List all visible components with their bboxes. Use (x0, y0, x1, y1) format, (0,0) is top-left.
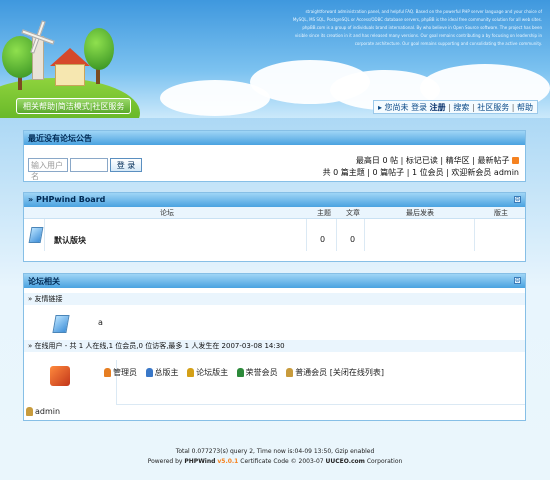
legend-label: 普通会员 (295, 368, 328, 377)
legend-forum-mod: 论坛版主 (187, 367, 228, 378)
forummod-user-icon (187, 368, 195, 377)
col-moderators: 版主 (494, 209, 508, 217)
register-link[interactable]: 注册 (430, 103, 446, 112)
footer-suffix: Corporation (364, 458, 403, 465)
arrow-icon: ▸ (377, 103, 382, 112)
nav-separator: | (471, 103, 475, 112)
usernav-status: 您尚未 (384, 103, 409, 112)
footer-copyright: Certificate Code © 2003-07 (238, 458, 326, 465)
online-users-icon (50, 366, 70, 386)
nav-separator: | (511, 103, 515, 112)
related-title: 论坛相关 ⊖ (24, 274, 525, 288)
board-panel: » PHPwind Board ⊖ 论坛 主题 文章 最后发表 版主 默认版块 … (23, 192, 526, 262)
friend-links-header: » 友情链接 (24, 293, 525, 305)
col-forum: 论坛 (160, 209, 174, 217)
header-intro-text: straightforward administration panel, an… (292, 9, 542, 46)
legend-label: 论坛版主 (196, 368, 229, 377)
footer-stats: Total 0.077273(s) query 2, Time now is:0… (175, 448, 375, 455)
legend-admin: 管理员 (104, 367, 137, 378)
row-divider (306, 219, 307, 251)
online-user-name[interactable]: admin (35, 407, 60, 416)
login-button[interactable]: 登 录 (110, 158, 142, 172)
friend-link-item[interactable]: a (98, 318, 103, 327)
related-title-text: 论坛相关 (28, 277, 60, 286)
top-nav: 相关帮助|简洁模式|社区服务 (16, 98, 132, 114)
col-posts: 文章 (346, 209, 360, 217)
legend-label: 管理员 (113, 368, 137, 377)
footer-company-link[interactable]: UUCEO.com (326, 458, 365, 465)
announce-title: 最近没有论坛公告 (24, 131, 525, 145)
login-link[interactable]: 登录 (411, 103, 427, 112)
supermod-user-icon (145, 368, 153, 377)
nav-item-help[interactable]: 相关帮助 (23, 102, 55, 111)
legend-super-mod: 总版主 (145, 367, 179, 378)
row-divider (474, 219, 475, 251)
password-input[interactable] (70, 158, 108, 172)
footer-prefix: Powered by (147, 458, 185, 465)
board-title: » PHPwind Board ⊖ (24, 193, 525, 207)
announce-panel: 最近没有论坛公告 输入用户名 登 录 最高日 0 帖 | 标记已读 | 精华区 … (23, 130, 526, 182)
footer: Total 0.077273(s) query 2, Time now is:0… (0, 447, 550, 467)
member-user-icon (286, 368, 294, 377)
online-user-row: admin (26, 407, 60, 416)
related-panel: 论坛相关 ⊖ » 友情链接 a » 在线用户 - 共 1 人在线,1 位会员,0… (23, 273, 526, 421)
row-divider (44, 219, 45, 251)
announce-stats-line2: 共 0 篇主题 | 0 篇帖子 | 1 位会员 | 欢迎新会员 admin (322, 168, 519, 177)
nav-separator: | (448, 103, 451, 112)
row-divider (336, 219, 337, 251)
legend-label: 荣誉会员 (245, 368, 278, 377)
legend-honor-member: 荣誉会员 (236, 367, 278, 378)
help-link[interactable]: 帮助 (517, 103, 533, 112)
collapse-icon[interactable]: ⊖ (514, 277, 521, 284)
col-last-post: 最后发表 (406, 209, 434, 217)
legend-member: 普通会员 [关闭在线列表] (286, 367, 384, 378)
search-link[interactable]: 搜索 (453, 103, 469, 112)
footer-powered: Powered by PHPWind v5.0.1 Certificate Co… (0, 457, 550, 467)
forum-posts-count: 0 (350, 235, 356, 244)
row-divider (364, 219, 365, 251)
username-input[interactable]: 输入用户名 (28, 158, 68, 181)
col-topics: 主题 (317, 209, 331, 217)
user-icon (26, 407, 33, 416)
rss-icon[interactable] (512, 157, 519, 164)
community-link[interactable]: 社区服务 (477, 103, 509, 112)
admin-user-icon (104, 368, 111, 377)
collapse-icon[interactable]: ⊖ (514, 196, 521, 203)
forum-topics-count: 0 (320, 235, 326, 244)
user-group-legend: 管理员 总版主 论坛版主 荣誉会员 普通会员 [关闭在线列表] (104, 367, 390, 378)
house-decoration (55, 64, 85, 86)
announce-stats-line1: 最高日 0 帖 | 标记已读 | 精华区 | 最新帖子 (356, 155, 519, 166)
nav-item-simple-mode[interactable]: 简洁模式 (58, 102, 90, 111)
row-divider (116, 404, 525, 405)
online-users-header: » 在线用户 - 共 1 人在线,1 位会员,0 位访客,最多 1 人发生在 2… (24, 340, 525, 352)
close-online-list-link[interactable]: [关闭在线列表] (330, 368, 384, 377)
forum-folder-icon (28, 227, 44, 243)
board-title-text: » PHPwind Board (28, 195, 106, 204)
footer-brand-link[interactable]: PHPWind (184, 458, 215, 465)
board-table-header: 论坛 主题 文章 最后发表 版主 (24, 207, 525, 219)
cloud-decoration (160, 80, 270, 116)
stats-links[interactable]: 最高日 0 帖 | 标记已读 | 精华区 | 最新帖子 (356, 156, 510, 165)
legend-label: 总版主 (154, 368, 179, 377)
user-nav: ▸ 您尚未 登录 注册 | 搜索 | 社区服务 | 帮助 (372, 100, 538, 114)
friend-links-icon (52, 315, 70, 333)
forum-name-link[interactable]: 默认版块 (54, 235, 86, 246)
nav-item-community[interactable]: 社区服务 (92, 102, 124, 111)
honor-user-icon (236, 368, 244, 377)
footer-version: v5.0.1 (217, 458, 239, 465)
